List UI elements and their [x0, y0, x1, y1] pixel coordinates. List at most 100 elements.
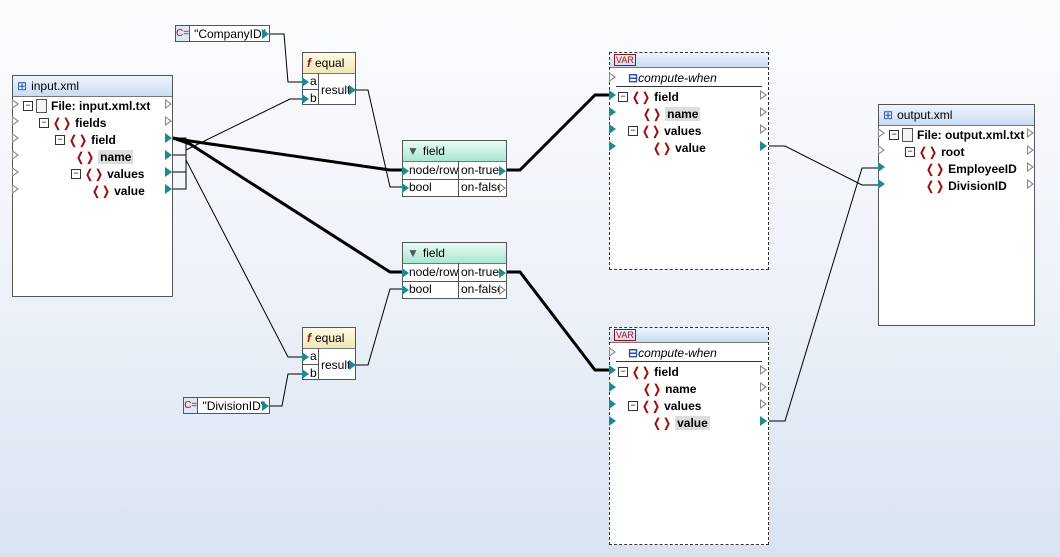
collapse-toggle[interactable]: −: [889, 129, 899, 140]
output-connector[interactable]: [165, 150, 172, 160]
tree-node-name[interactable]: ❬❭ name: [628, 105, 701, 122]
input-connector[interactable]: [878, 179, 885, 189]
function-header[interactable]: f equal: [303, 328, 355, 349]
output-connector[interactable]: [1027, 162, 1034, 172]
input-connector[interactable]: [12, 99, 19, 109]
wire-equal2-to-filter2-bool[interactable]: [356, 288, 402, 366]
tree-node-values[interactable]: − ❬❭ values: [628, 397, 701, 414]
input-connector[interactable]: [12, 167, 19, 177]
input-connector[interactable]: [302, 77, 309, 87]
wire-filter2-to-var2[interactable]: [506, 270, 609, 372]
tree-node-value[interactable]: ❬❭ value: [87, 182, 145, 199]
output-connector[interactable]: [760, 107, 767, 117]
tree-node-field[interactable]: − ❬❭ field: [618, 363, 679, 380]
variable-header[interactable]: VAR: [610, 328, 768, 343]
compute-when-row[interactable]: ⊟ compute-when: [628, 344, 717, 361]
wire-name-to-equal2-a[interactable]: [185, 159, 302, 358]
input-connector[interactable]: [402, 285, 409, 295]
constant-1[interactable]: C= "DivisionID": [183, 397, 270, 414]
wire-equal1-to-filter1-bool[interactable]: [356, 89, 402, 188]
tree-node-field[interactable]: − ❬❭ field: [618, 88, 679, 105]
wire-filter1-to-var1[interactable]: [506, 93, 609, 172]
collapse-toggle[interactable]: −: [618, 91, 628, 102]
output-connector[interactable]: [165, 116, 172, 126]
output-connector[interactable]: [349, 360, 356, 370]
input-connector[interactable]: [609, 382, 616, 392]
constant-0[interactable]: C= "CompanyID": [175, 25, 270, 42]
output-connector[interactable]: [760, 416, 767, 426]
tree-node-value[interactable]: ❬❭ value: [638, 139, 706, 156]
connector-bus[interactable]: [173, 137, 187, 190]
collapse-toggle[interactable]: −: [39, 117, 49, 128]
output-connector[interactable]: [262, 29, 269, 39]
tree-node-employeeid[interactable]: ❬❭ EmployeeID: [921, 160, 1017, 177]
output-xml-component-header[interactable]: ⊞ output.xml: [879, 105, 1034, 126]
filter-header[interactable]: ▼ field: [403, 243, 506, 264]
wire-field-to-filter2[interactable]: [172, 136, 402, 274]
wire-name-to-equal-b[interactable]: [185, 98, 302, 151]
collapse-toggle[interactable]: −: [618, 366, 628, 377]
output-connector[interactable]: [499, 183, 506, 193]
tree-node-name[interactable]: ❬❭ name: [71, 148, 134, 165]
input-connector[interactable]: [302, 94, 309, 104]
wire-companyid-to-equal-a[interactable]: [270, 33, 302, 83]
collapse-toggle[interactable]: −: [628, 400, 638, 411]
input-connector[interactable]: [878, 162, 885, 172]
input-connector[interactable]: [878, 128, 885, 138]
equal-function-0[interactable]: f equal a b result: [302, 52, 356, 105]
output-connector[interactable]: [760, 399, 767, 409]
output-connector[interactable]: [760, 141, 767, 151]
function-header[interactable]: f equal: [303, 53, 355, 74]
tree-node-values[interactable]: − ❬❭ values: [628, 122, 701, 139]
input-connector[interactable]: [12, 133, 19, 143]
output-connector[interactable]: [499, 285, 506, 295]
collapse-toggle[interactable]: −: [23, 100, 33, 111]
input-xml-component-header[interactable]: ⊞ input.xml: [13, 76, 172, 97]
output-connector[interactable]: [1027, 145, 1034, 155]
input-connector[interactable]: [302, 369, 309, 379]
compute-when-connector[interactable]: [609, 347, 616, 357]
wire-field-to-filter1[interactable]: [172, 136, 402, 172]
output-connector[interactable]: [760, 90, 767, 100]
input-connector[interactable]: [402, 268, 409, 278]
variable-header[interactable]: VAR: [610, 53, 768, 68]
output-connector[interactable]: [165, 167, 172, 177]
collapse-toggle[interactable]: −: [71, 168, 81, 179]
wire-divisionid-to-equal2-b[interactable]: [270, 373, 302, 407]
filter-header[interactable]: ▼ field: [403, 141, 506, 162]
tree-node-name[interactable]: ❬❭ name: [628, 380, 696, 397]
input-connector[interactable]: [609, 399, 616, 409]
variable-component-1[interactable]: VAR ⊟ compute-when − ❬❭ field ❬❭ name − ❬❭ values…: [609, 327, 769, 545]
output-connector[interactable]: [262, 401, 269, 411]
output-connector[interactable]: [165, 184, 172, 194]
variable-component-0[interactable]: VAR ⊟ compute-when − ❬❭ field ❬❭ name − ❬❭ values…: [609, 52, 769, 270]
output-connector[interactable]: [499, 166, 506, 176]
output-connector[interactable]: [349, 85, 356, 95]
input-connector[interactable]: [609, 90, 616, 100]
tree-node-value[interactable]: ❬❭ value: [638, 414, 710, 431]
compute-when-row[interactable]: ⊟ compute-when: [628, 69, 717, 86]
input-connector[interactable]: [609, 416, 616, 426]
filter-component-1[interactable]: ▼ field node/row bool on-true on-false: [402, 242, 507, 299]
input-connector[interactable]: [609, 107, 616, 117]
wire-var2-to-employeeid[interactable]: [769, 167, 878, 422]
input-xml-component[interactable]: ⊞ input.xml − File: input.xml.txt − ❬❭ fields −…: [12, 75, 173, 297]
input-connector[interactable]: [609, 365, 616, 375]
tree-node-fields[interactable]: − ❬❭ fields: [39, 114, 106, 131]
input-connector[interactable]: [609, 124, 616, 134]
output-connector[interactable]: [1027, 128, 1034, 138]
input-connector[interactable]: [302, 352, 309, 362]
input-connector[interactable]: [402, 183, 409, 193]
tree-node-file-output-xml-txt[interactable]: − File: output.xml.txt: [889, 126, 1024, 143]
output-connector[interactable]: [760, 365, 767, 375]
filter-component-0[interactable]: ▼ field node/row bool on-true on-false: [402, 140, 507, 197]
tree-node-field[interactable]: − ❬❭ field: [55, 131, 116, 148]
tree-node-file-input-xml-txt[interactable]: − File: input.xml.txt: [23, 97, 150, 114]
output-connector[interactable]: [760, 124, 767, 134]
input-connector[interactable]: [878, 145, 885, 155]
collapse-toggle[interactable]: −: [55, 134, 65, 145]
tree-node-values[interactable]: − ❬❭ values: [71, 165, 144, 182]
tree-node-divisionid[interactable]: ❬❭ DivisionID: [921, 177, 1007, 194]
collapse-toggle[interactable]: −: [905, 146, 915, 157]
input-connector[interactable]: [12, 116, 19, 126]
